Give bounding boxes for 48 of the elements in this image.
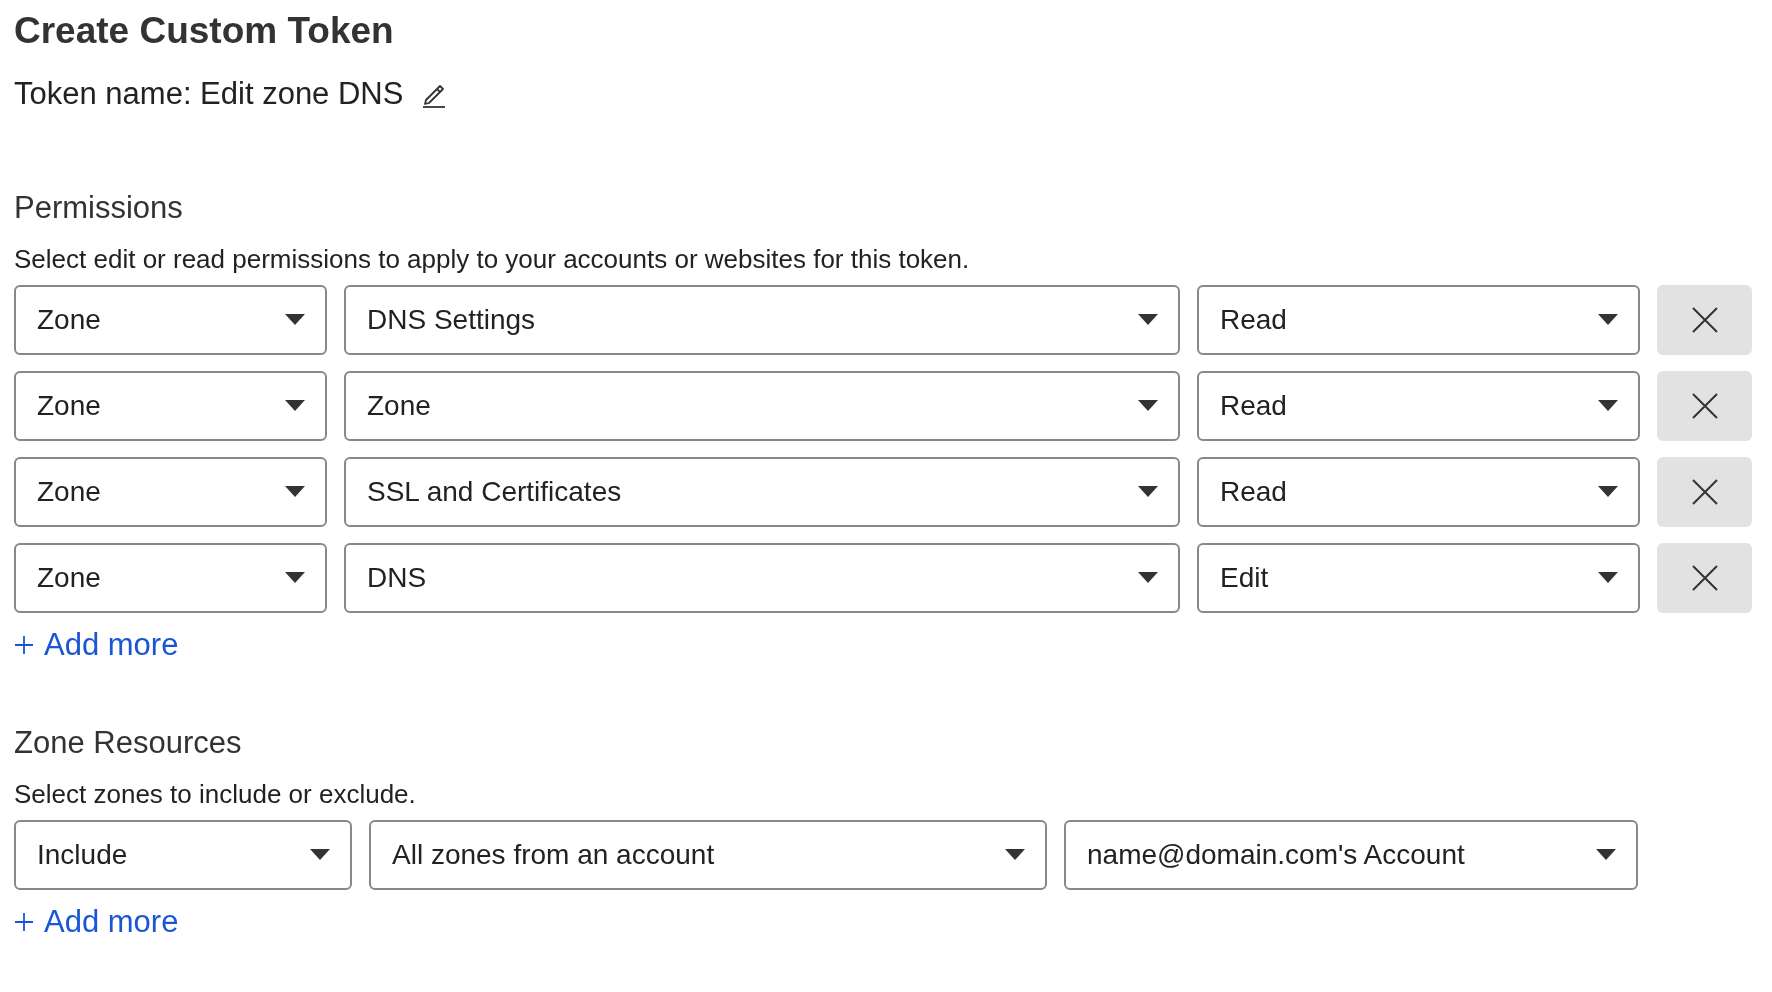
dropdown[interactable]: Read: [1197, 457, 1640, 527]
caret-icon: [285, 572, 305, 584]
section-heading: Zone Resources: [14, 725, 243, 761]
plus-icon: [14, 912, 34, 932]
caret-icon: [285, 314, 305, 326]
add-more-link[interactable]: Add more: [14, 627, 179, 663]
caret-icon: [1598, 314, 1618, 326]
dropdown[interactable]: All zones from an account: [369, 820, 1047, 890]
close-icon: [1691, 307, 1718, 333]
section-description: Select edit or read permissions to apply to your accounts or websites for this token.: [14, 244, 971, 275]
caret-icon: [1138, 314, 1158, 326]
caret-icon: [310, 849, 330, 861]
close-icon: [1691, 565, 1718, 591]
caret-icon: [1138, 400, 1158, 412]
dropdown[interactable]: Read: [1197, 371, 1640, 441]
add-more-link[interactable]: Add more: [14, 904, 179, 940]
remove-button[interactable]: [1657, 285, 1752, 355]
caret-icon: [1005, 849, 1025, 861]
remove-button[interactable]: [1657, 543, 1752, 613]
close-icon: [1691, 393, 1718, 419]
remove-button[interactable]: [1657, 371, 1752, 441]
remove-button[interactable]: [1657, 457, 1752, 527]
dropdown[interactable]: Zone: [14, 285, 327, 355]
section-description: Select zones to include or exclude.: [14, 779, 417, 810]
dropdown[interactable]: DNS Settings: [344, 285, 1180, 355]
page-title: Create Custom Token: [14, 10, 395, 52]
dropdown[interactable]: Zone: [14, 543, 327, 613]
caret-icon: [1596, 849, 1616, 861]
dropdown[interactable]: Include: [14, 820, 352, 890]
caret-icon: [285, 400, 305, 412]
dropdown[interactable]: Read: [1197, 285, 1640, 355]
dropdown[interactable]: Zone: [14, 371, 327, 441]
section-heading: Permissions: [14, 190, 184, 226]
dropdown[interactable]: name@domain.com's Account: [1064, 820, 1638, 890]
plus-icon: [14, 635, 34, 655]
caret-icon: [1138, 572, 1158, 584]
dropdown[interactable]: Edit: [1197, 543, 1640, 613]
caret-icon: [285, 486, 305, 498]
caret-icon: [1598, 572, 1618, 584]
close-icon: [1691, 479, 1718, 505]
dropdown[interactable]: Zone: [344, 371, 1180, 441]
dropdown[interactable]: Zone: [14, 457, 327, 527]
dropdown[interactable]: DNS: [344, 543, 1180, 613]
dropdown[interactable]: SSL and Certificates: [344, 457, 1180, 527]
token-name: Token name: Edit zone DNS: [14, 76, 404, 112]
caret-icon: [1598, 400, 1618, 412]
caret-icon: [1598, 486, 1618, 498]
caret-icon: [1138, 486, 1158, 498]
